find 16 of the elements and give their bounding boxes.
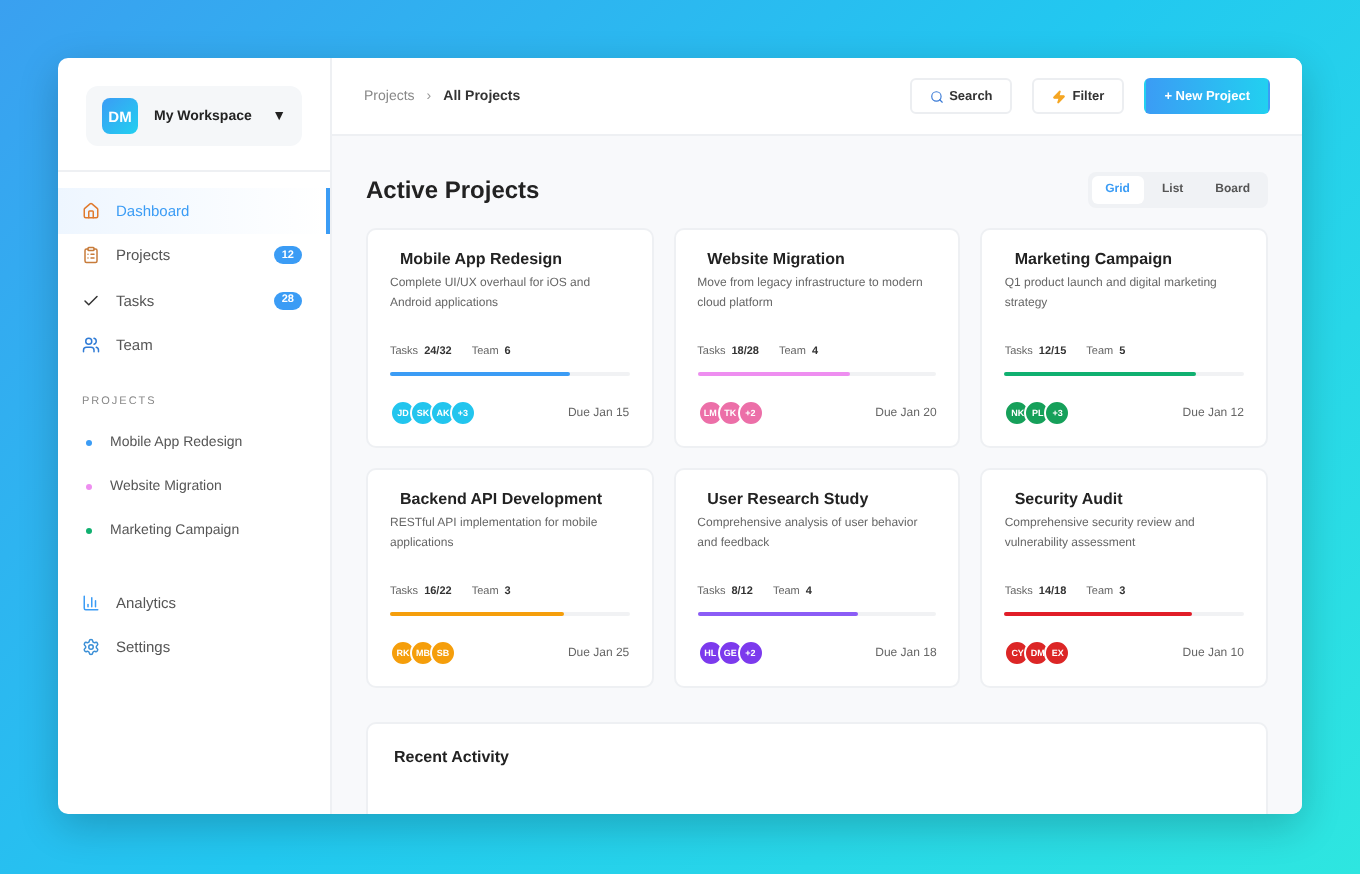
card-title: Marketing Campaign	[1012, 250, 1175, 268]
search-icon	[929, 89, 944, 103]
panel-title: Recent Activity	[394, 748, 511, 766]
lightning-icon	[1052, 89, 1067, 103]
card-title: User Research Study	[705, 490, 871, 508]
card-title: Mobile App Redesign	[398, 250, 565, 268]
settings-icon	[82, 638, 100, 657]
card-title: Website Migration	[705, 250, 847, 268]
card-title: Backend API Development	[398, 490, 605, 508]
home-icon	[82, 201, 100, 220]
users-icon	[82, 336, 100, 355]
bar-chart-icon	[82, 593, 100, 612]
page-title: Active Projects	[366, 176, 540, 204]
card-title: Security Audit	[1012, 490, 1125, 508]
checkmark-icon	[82, 291, 100, 310]
clipboard-icon	[82, 246, 100, 265]
